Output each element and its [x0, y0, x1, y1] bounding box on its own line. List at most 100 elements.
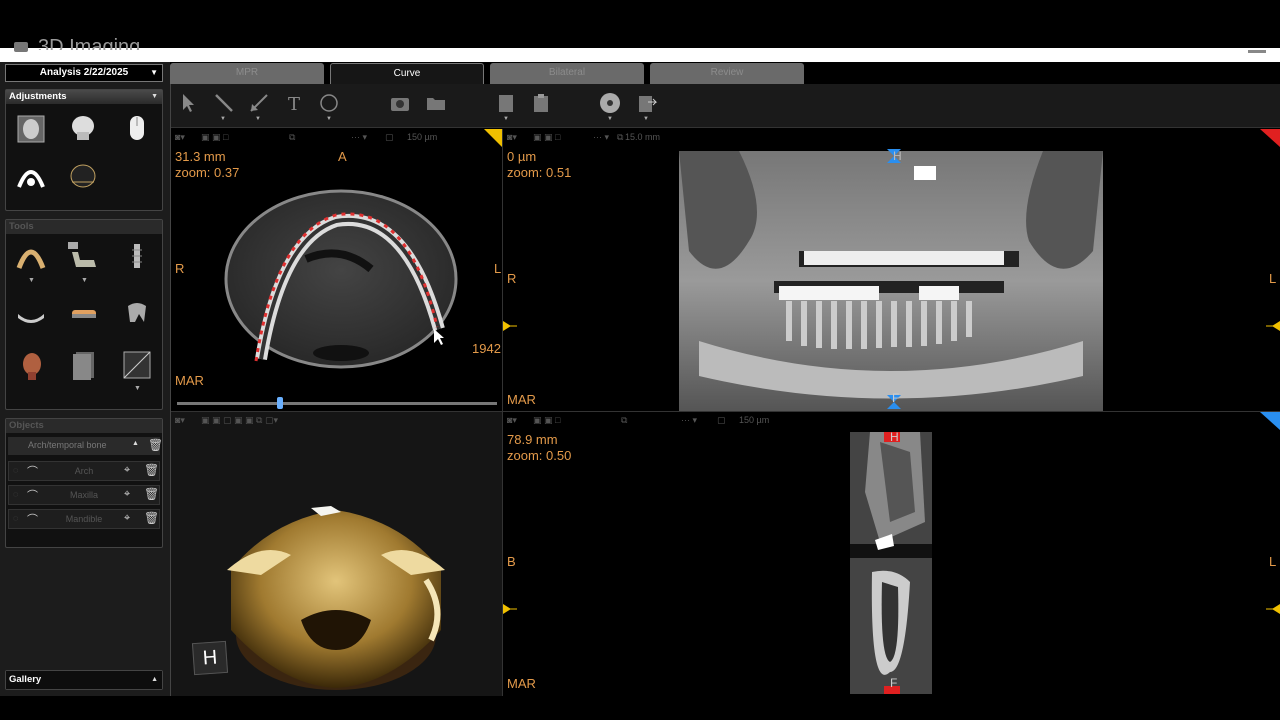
export-icon[interactable] — [636, 92, 658, 114]
trash-icon[interactable]: 🗑 — [144, 463, 159, 477]
left-marker-icon[interactable] — [503, 321, 517, 331]
blue-corner-marker — [1260, 412, 1280, 430]
snapshot-icon[interactable]: ◙▾ — [175, 415, 185, 426]
mouse-icon[interactable] — [122, 114, 152, 144]
cross-section-viewport[interactable]: ◙▾ ▣ ▣ □ ⧉ ··· ▾ ▢ 150 µm 78.9 mm zoom: … — [503, 412, 1280, 696]
volume-3d-viewport[interactable]: ◙▾ ▣ ▣ ▢ ▣ ▣ ⧉ ▢▾ H — [171, 412, 502, 696]
collapse-icon[interactable]: ▲ — [132, 440, 139, 447]
locate-icon[interactable]: ⌖ — [124, 512, 130, 525]
trash-icon[interactable]: 🗑 — [144, 511, 159, 525]
panel-divider — [170, 84, 171, 696]
object-row[interactable]: ◌ ⌒ Mandible ⌖ 🗑 — [8, 509, 160, 529]
arrow-tool-icon[interactable] — [248, 92, 270, 114]
export-menu-icon[interactable]: ▼ — [643, 116, 649, 122]
trash-icon[interactable]: 🗑 — [148, 438, 163, 452]
objects-group-row[interactable]: Arch/temporal bone ▲ 🗑 — [8, 437, 163, 455]
trash-icon[interactable]: 🗑 — [144, 487, 159, 501]
orientation-cube[interactable]: H — [191, 640, 229, 676]
crown-tray-icon[interactable] — [68, 298, 98, 328]
more-icon[interactable]: ··· ▾ — [593, 132, 609, 143]
chevron-down-icon: ▼ — [150, 68, 158, 77]
orient-top-label: H — [890, 430, 899, 444]
red-corner-marker — [1260, 129, 1280, 147]
snapshot-icon[interactable]: ◙▾ — [507, 132, 517, 143]
panoramic-zoom: zoom: 0.51 — [507, 165, 572, 180]
slice-cut-icon[interactable] — [122, 350, 152, 380]
tooth-icon[interactable] — [122, 298, 152, 328]
locate-icon[interactable]: ⌖ — [124, 464, 130, 477]
fit-icon[interactable]: ▣ ▣ □ — [533, 415, 560, 426]
slice-icon[interactable]: ▢ — [717, 415, 726, 426]
right-marker-icon[interactable] — [1266, 604, 1280, 614]
circle-tool-menu-icon[interactable]: ▼ — [326, 116, 332, 122]
object-row[interactable]: ◌ ⌒ Arch ⌖ 🗑 — [8, 461, 160, 481]
panoramic-viewport[interactable]: ◙▾ ▣ ▣ □ ··· ▾ ⧉ 15.0 mm 0 µm zoom: 0.51… — [503, 129, 1280, 411]
camera-icon[interactable] — [389, 92, 411, 114]
skull-slice-icon[interactable] — [16, 114, 46, 144]
tab-mpr[interactable]: MPR — [170, 63, 324, 84]
mandible-curve-icon: ⌒ — [27, 514, 38, 526]
line-tool-icon[interactable] — [213, 92, 235, 114]
more-icon[interactable]: ··· ▾ — [681, 415, 697, 426]
folder-icon[interactable] — [425, 92, 447, 114]
tab-review[interactable]: Review — [650, 63, 804, 84]
mandible-menu-icon[interactable]: ▼ — [81, 277, 88, 284]
slice-cut-menu-icon[interactable]: ▼ — [134, 385, 141, 392]
slice-slider-thumb[interactable] — [277, 397, 283, 409]
analysis-dropdown[interactable]: Analysis 2/22/2025 ▼ — [5, 64, 163, 82]
visibility-icon[interactable]: ◌ — [13, 489, 18, 499]
skull-wire-icon[interactable] — [68, 162, 98, 192]
line-tool-menu-icon[interactable]: ▼ — [220, 116, 226, 122]
layout-icon[interactable]: ⧉ — [617, 132, 623, 143]
adjustments-header[interactable]: Adjustments ▼ — [6, 90, 162, 104]
pointer-tool-icon[interactable] — [178, 92, 200, 114]
axial-ct-image[interactable] — [171, 129, 502, 411]
skull-3d-icon[interactable] — [68, 114, 98, 144]
implant-icon[interactable] — [122, 242, 152, 272]
gallery-panel[interactable]: Gallery ▲ — [5, 670, 163, 690]
tab-curve[interactable]: Curve — [330, 63, 484, 84]
locate-icon[interactable]: ⌖ — [124, 488, 130, 501]
jaw-xray-icon[interactable] — [16, 162, 46, 192]
circle-tool-icon[interactable] — [318, 92, 340, 114]
mandible-ai-icon[interactable] — [68, 242, 98, 272]
disc-icon[interactable] — [599, 92, 621, 114]
right-marker-icon[interactable] — [1266, 321, 1280, 331]
clipboard-icon[interactable] — [530, 92, 552, 114]
tools-header[interactable]: Tools — [6, 220, 162, 234]
tools-panel: Tools ▼ ▼ ▼ — [5, 219, 163, 410]
visibility-icon[interactable]: ◌ — [13, 513, 18, 523]
head-icon[interactable] — [16, 350, 46, 380]
report-menu-icon[interactable]: ▼ — [503, 116, 509, 122]
axial-viewport[interactable]: ◙▾ ▣ ▣ □ ⧉ ··· ▾ ▢ 150 µm 31.3 mm zoom: … — [171, 129, 502, 411]
arch-menu-icon[interactable]: ▼ — [28, 277, 35, 284]
minimize-icon[interactable] — [1248, 50, 1266, 53]
app-logo-icon — [14, 42, 28, 52]
jaw-model-icon[interactable] — [16, 298, 46, 328]
slice-slider[interactable] — [177, 402, 497, 405]
panoramic-image[interactable] — [679, 151, 1103, 411]
viewport-divider-v — [502, 129, 503, 696]
cross-zoom: zoom: 0.50 — [507, 448, 572, 463]
fit-icon[interactable]: ▣ ▣ □ — [533, 132, 560, 143]
cross-section-image[interactable] — [850, 432, 932, 694]
snapshot-icon[interactable]: ◙▾ — [507, 415, 517, 426]
slices-icon[interactable] — [68, 350, 98, 380]
arrow-tool-menu-icon[interactable]: ▼ — [255, 116, 261, 122]
volume-viewport-toolbar: ◙▾ ▣ ▣ ▢ ▣ ▣ ⧉ ▢▾ — [171, 412, 502, 430]
tab-bilateral[interactable]: Bilateral — [490, 63, 644, 84]
text-tool-icon[interactable]: T — [284, 92, 306, 114]
layout-icon[interactable]: ⧉ — [621, 415, 627, 426]
gallery-header[interactable]: Gallery ▲ — [6, 671, 162, 689]
left-marker-icon[interactable] — [503, 604, 517, 614]
objects-header[interactable]: Objects — [6, 419, 162, 433]
cross-scale: 150 µm — [739, 415, 770, 425]
disc-menu-icon[interactable]: ▼ — [607, 116, 613, 122]
visibility-icon[interactable]: ◌ — [13, 465, 18, 475]
object-row[interactable]: ◌ ⌒ Maxilla ⌖ 🗑 — [8, 485, 160, 505]
view-buttons-icon[interactable]: ▣ ▣ ▢ ▣ ▣ ⧉ ▢▾ — [201, 415, 278, 426]
arch-icon[interactable] — [16, 242, 46, 272]
maxilla-curve-icon: ⌒ — [27, 490, 38, 502]
volume-render-image[interactable] — [221, 500, 451, 690]
report-icon[interactable] — [495, 92, 517, 114]
